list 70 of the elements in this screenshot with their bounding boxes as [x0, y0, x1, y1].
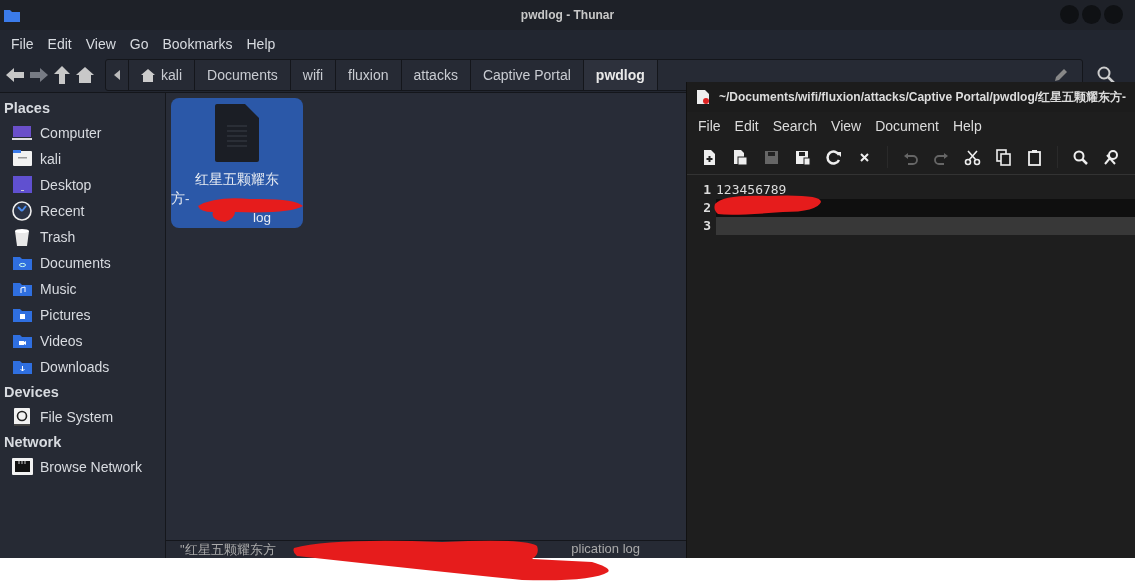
search-icon[interactable] — [1097, 66, 1115, 84]
sidebar-item[interactable]: Desktop — [40, 177, 92, 193]
clock-icon — [12, 201, 33, 221]
sidebar-item[interactable]: Browse Network — [40, 459, 142, 475]
menu-item[interactable]: File — [691, 118, 728, 134]
menu-item[interactable]: Bookmarks — [155, 36, 240, 52]
sidebar-item[interactable]: Computer — [40, 125, 102, 141]
folder-icon — [4, 8, 20, 22]
file-name: log — [253, 209, 271, 227]
path-button[interactable]: fluxion — [336, 60, 402, 90]
menu-item[interactable]: Edit — [727, 118, 766, 134]
home-icon — [141, 68, 155, 82]
menu-item[interactable]: View — [824, 118, 869, 134]
sidebar-item[interactable]: Downloads — [40, 359, 110, 375]
reload-icon[interactable] — [825, 148, 842, 166]
menu-item[interactable]: Search — [765, 118, 825, 134]
up-arrow-icon[interactable] — [53, 65, 71, 85]
menu-item[interactable]: Go — [122, 36, 156, 52]
sidebar-item[interactable]: Recent — [40, 203, 85, 219]
computer-icon — [12, 123, 33, 143]
sidebar-heading: Network — [3, 433, 63, 452]
document-icon — [215, 104, 259, 162]
copy-icon[interactable] — [995, 148, 1012, 166]
file-name: 红星五颗耀东 — [195, 171, 279, 189]
sidebar-item[interactable]: Documents — [40, 255, 111, 271]
home-icon[interactable] — [75, 66, 95, 84]
menu-item[interactable]: Edit — [40, 36, 79, 52]
status-text: "红星五颗耀东方 — [180, 541, 276, 558]
home-folder-icon — [12, 149, 33, 169]
sidebar-item[interactable]: File System — [40, 409, 114, 425]
sidebar-item[interactable]: Pictures — [40, 307, 91, 323]
menu-item[interactable]: Help — [945, 118, 989, 134]
path-button[interactable]: kali — [129, 60, 195, 90]
drive-icon — [12, 407, 33, 427]
clipboard-icon[interactable] — [1026, 148, 1043, 166]
sidebar-item[interactable]: Music — [40, 281, 77, 297]
menu-item[interactable]: Help — [239, 36, 283, 52]
sidebar-heading: Places — [3, 99, 51, 118]
path-button[interactable]: attacks — [401, 60, 471, 90]
path-button[interactable]: Captive Portal — [470, 60, 584, 90]
document-icon — [697, 90, 709, 104]
window-title: pwdlog - Thunar — [520, 8, 615, 22]
network-icon — [12, 457, 33, 477]
search-replace-icon[interactable] — [1103, 148, 1120, 166]
new-document-icon[interactable] — [701, 148, 718, 166]
desktop-icon — [12, 175, 33, 195]
menu-item[interactable]: Document — [868, 118, 946, 134]
sidebar-item[interactable]: Videos — [40, 333, 83, 349]
line-number: 3 — [702, 217, 712, 235]
open-document-icon[interactable] — [732, 148, 749, 166]
sidebar-item[interactable]: kali — [40, 151, 61, 167]
forward-arrow-icon[interactable] — [29, 66, 49, 84]
path-button[interactable]: pwdlog — [583, 60, 658, 90]
code-line: 123456789 — [716, 181, 788, 199]
scissors-icon[interactable] — [964, 148, 981, 166]
sidebar-item[interactable]: Trash — [40, 229, 76, 245]
path-button[interactable]: wifi — [290, 60, 337, 90]
search-icon[interactable] — [1072, 148, 1089, 166]
file-name: 方- — [171, 190, 190, 208]
document-tile[interactable]: 红星五颗耀东 方- log — [171, 98, 303, 228]
window-title: ~/Documents/wifi/fluxion/attacks/Captive Portal/pwdlog/红星五颗耀东方- — [719, 88, 1127, 106]
menu-item[interactable]: View — [78, 36, 123, 52]
status-text: plication log — [571, 541, 640, 556]
caret-left-icon — [114, 70, 120, 80]
back-arrow-icon[interactable] — [5, 66, 25, 84]
line-number: 1 — [702, 181, 712, 199]
line-number: 2 — [702, 199, 712, 217]
menu-item[interactable]: File — [4, 36, 41, 52]
path-button[interactable]: Documents — [195, 60, 291, 90]
sidebar-heading: Devices — [3, 383, 60, 402]
